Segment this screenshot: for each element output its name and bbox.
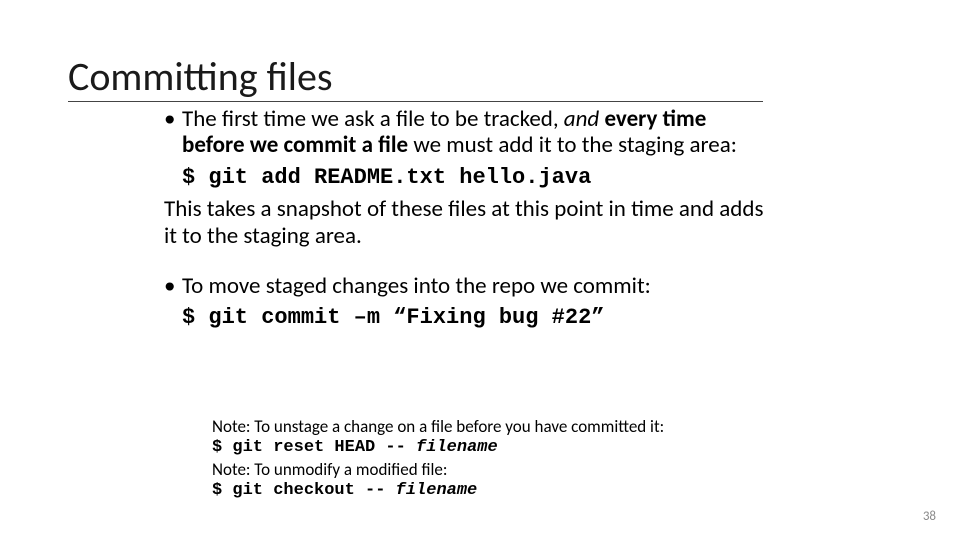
code-git-reset-cmd: $ git reset HEAD -- xyxy=(212,438,416,457)
bullet-item-1: The first time we ask a file to be track… xyxy=(164,106,764,159)
code-git-add: $ git add README.txt hello.java xyxy=(164,165,764,190)
note-unstage-text: Note: To unstage a change on a file befo… xyxy=(212,416,772,437)
code-git-reset: $ git reset HEAD -- filename xyxy=(212,437,772,458)
bullet-item-2: To move staged changes into the repo we … xyxy=(164,273,764,299)
code-git-checkout: $ git checkout -- filename xyxy=(212,480,772,501)
code-git-checkout-arg: filename xyxy=(396,481,478,500)
slide-content: The first time we ask a file to be track… xyxy=(164,106,764,337)
followup-text: This takes a snapshot of these files at … xyxy=(164,196,764,249)
code-git-checkout-cmd: $ git checkout -- xyxy=(212,481,396,500)
code-git-commit: $ git commit –m “Fixing bug #22” xyxy=(164,305,764,330)
slide: Committing files The first time we ask a… xyxy=(0,0,960,540)
bullet1-and: and xyxy=(564,105,599,133)
notes-block: Note: To unstage a change on a file befo… xyxy=(212,416,772,501)
code-git-reset-arg: filename xyxy=(416,438,498,457)
bullet1-pre: The first time we ask a file to be track… xyxy=(182,105,564,133)
slide-title: Committing files xyxy=(68,52,763,102)
bullet1-post: we must add it to the staging area: xyxy=(408,131,737,159)
note-unmodify-text: Note: To unmodify a modified file: xyxy=(212,459,772,480)
page-number: 38 xyxy=(923,509,936,524)
